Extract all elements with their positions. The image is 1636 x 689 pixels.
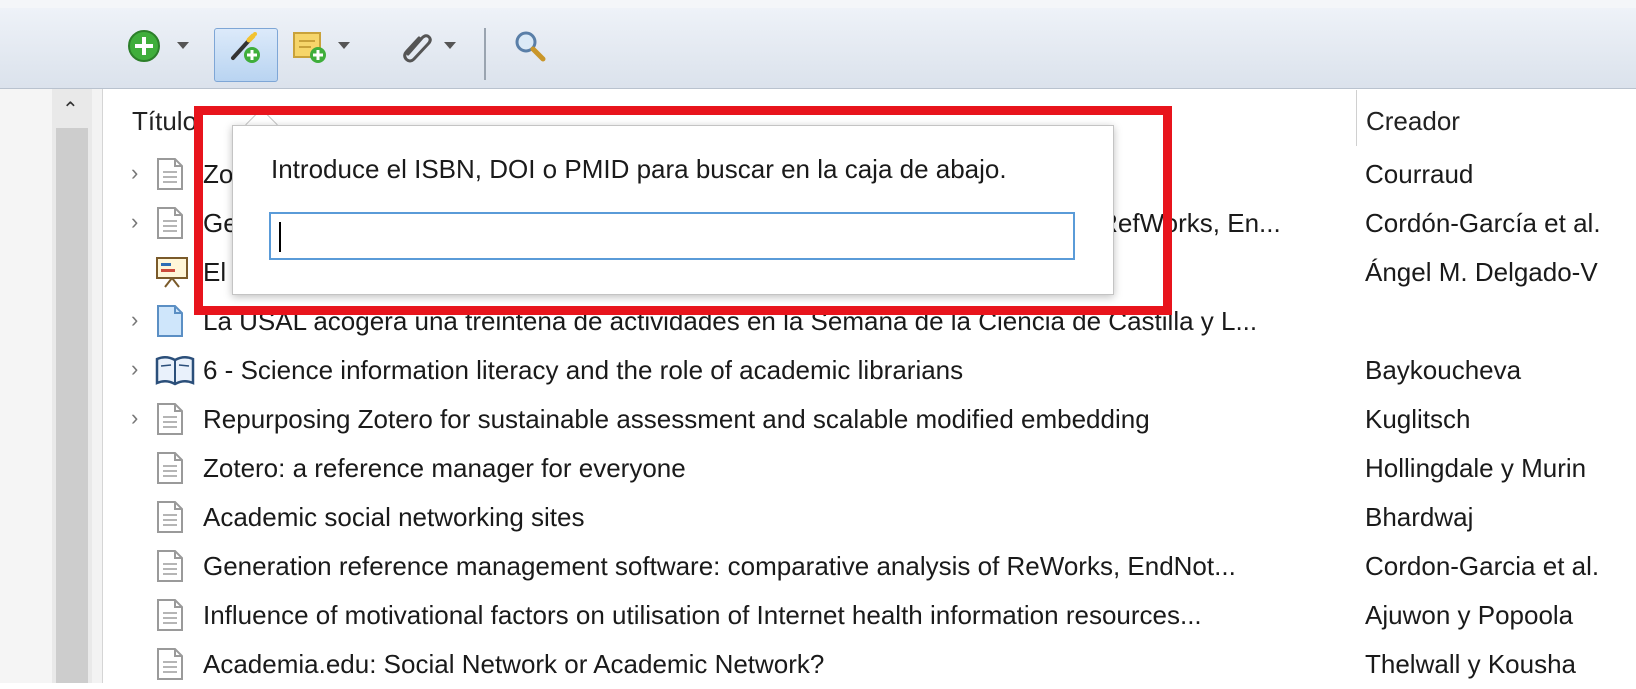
table-row[interactable]: › 6 - Science information literacy and th… bbox=[103, 346, 1636, 395]
row-title: La USAL acogerá una treintena de activid… bbox=[203, 306, 1258, 336]
row-title: Academic social networking sites bbox=[203, 502, 585, 532]
document-icon bbox=[155, 647, 185, 681]
row-creator: Thelwall y Kousha bbox=[1365, 649, 1576, 679]
attachment-dropdown-icon[interactable] bbox=[444, 42, 456, 49]
scroll-up-icon[interactable]: ⌃ bbox=[62, 100, 79, 120]
new-item-dropdown-icon[interactable] bbox=[177, 42, 189, 49]
expand-chevron-icon[interactable]: › bbox=[131, 356, 138, 382]
magic-wand-icon bbox=[231, 32, 260, 63]
table-row[interactable]: Academia.edu: Social Network or Academic… bbox=[103, 640, 1636, 689]
table-row[interactable]: Influence of motivational factors on uti… bbox=[103, 591, 1636, 640]
new-note-dropdown-icon[interactable] bbox=[338, 42, 350, 49]
toolbar bbox=[0, 8, 1636, 89]
document-icon bbox=[155, 206, 185, 240]
expand-chevron-icon[interactable]: › bbox=[131, 209, 138, 235]
expand-chevron-icon[interactable]: › bbox=[131, 160, 138, 186]
row-creator: Courraud bbox=[1365, 159, 1474, 189]
row-creator: Hollingdale y Murin bbox=[1365, 453, 1587, 483]
document-icon bbox=[155, 451, 185, 485]
row-title: Academia.edu: Social Network or Academic… bbox=[203, 649, 825, 679]
column-divider[interactable] bbox=[1356, 90, 1357, 146]
new-item-icon bbox=[128, 30, 160, 62]
row-creator: Ajuwon y Popoola bbox=[1365, 600, 1574, 630]
new-note-button[interactable] bbox=[290, 24, 330, 68]
collections-scroll-thumb[interactable] bbox=[56, 128, 88, 683]
row-creator: Cordón-García et al. bbox=[1365, 208, 1601, 238]
row-title: Influence of motivational factors on uti… bbox=[203, 600, 1202, 630]
new-note-icon bbox=[293, 32, 326, 63]
toolbar-separator bbox=[484, 28, 486, 80]
row-creator: Kuglitsch bbox=[1365, 404, 1471, 434]
table-row[interactable]: Generation reference management software… bbox=[103, 542, 1636, 591]
row-creator: Cordon-Garcia et al. bbox=[1365, 551, 1600, 581]
column-header-creator[interactable]: Creador bbox=[1366, 96, 1460, 146]
table-row[interactable]: › La USAL acogerá una treintena de activi… bbox=[103, 297, 1636, 346]
book-icon bbox=[155, 353, 195, 387]
document-icon bbox=[155, 157, 185, 191]
pane-splitter[interactable] bbox=[92, 89, 103, 683]
row-title: 6 - Science information literacy and the… bbox=[203, 355, 964, 385]
row-title: Repurposing Zotero for sustainable asses… bbox=[203, 404, 1150, 434]
document-icon bbox=[155, 549, 185, 583]
row-creator bbox=[1365, 297, 1636, 346]
expand-chevron-icon[interactable]: › bbox=[131, 307, 138, 333]
identifier-prompt-label: Introduce el ISBN, DOI o PMID para busca… bbox=[271, 154, 1007, 184]
row-title: Zotero: a reference manager for everyone bbox=[203, 453, 686, 483]
paperclip-icon bbox=[403, 34, 432, 63]
column-header-title[interactable]: Título bbox=[132, 96, 197, 146]
collections-pane bbox=[0, 89, 52, 683]
row-creator: Baykoucheva bbox=[1365, 355, 1522, 385]
row-creator: Bhardwaj bbox=[1365, 502, 1474, 532]
add-by-identifier-icon-wrap[interactable] bbox=[222, 24, 268, 68]
identifier-input[interactable] bbox=[269, 212, 1075, 260]
search-button[interactable] bbox=[510, 24, 550, 68]
identifier-popup: Introduce el ISBN, DOI o PMID para busca… bbox=[232, 125, 1114, 295]
text-caret bbox=[279, 222, 281, 252]
document-icon bbox=[155, 500, 185, 534]
document-icon bbox=[155, 598, 185, 632]
expand-chevron-icon[interactable]: › bbox=[131, 405, 138, 431]
row-creator: Ángel M. Delgado-V bbox=[1365, 257, 1598, 287]
search-icon bbox=[515, 31, 546, 62]
row-title: Generation reference management software… bbox=[203, 551, 1236, 581]
presentation-icon bbox=[155, 255, 188, 289]
table-row[interactable]: Zotero: a reference manager for everyone… bbox=[103, 444, 1636, 493]
table-row[interactable]: Academic social networking sites Bhardwaj bbox=[103, 493, 1636, 542]
document-icon bbox=[155, 402, 185, 436]
new-item-button[interactable] bbox=[124, 24, 164, 68]
top-strip bbox=[0, 0, 1636, 8]
table-row[interactable]: › Repurposing Zotero for sustainable asse… bbox=[103, 395, 1636, 444]
webpage-icon bbox=[155, 304, 185, 338]
add-attachment-button[interactable] bbox=[396, 24, 436, 68]
